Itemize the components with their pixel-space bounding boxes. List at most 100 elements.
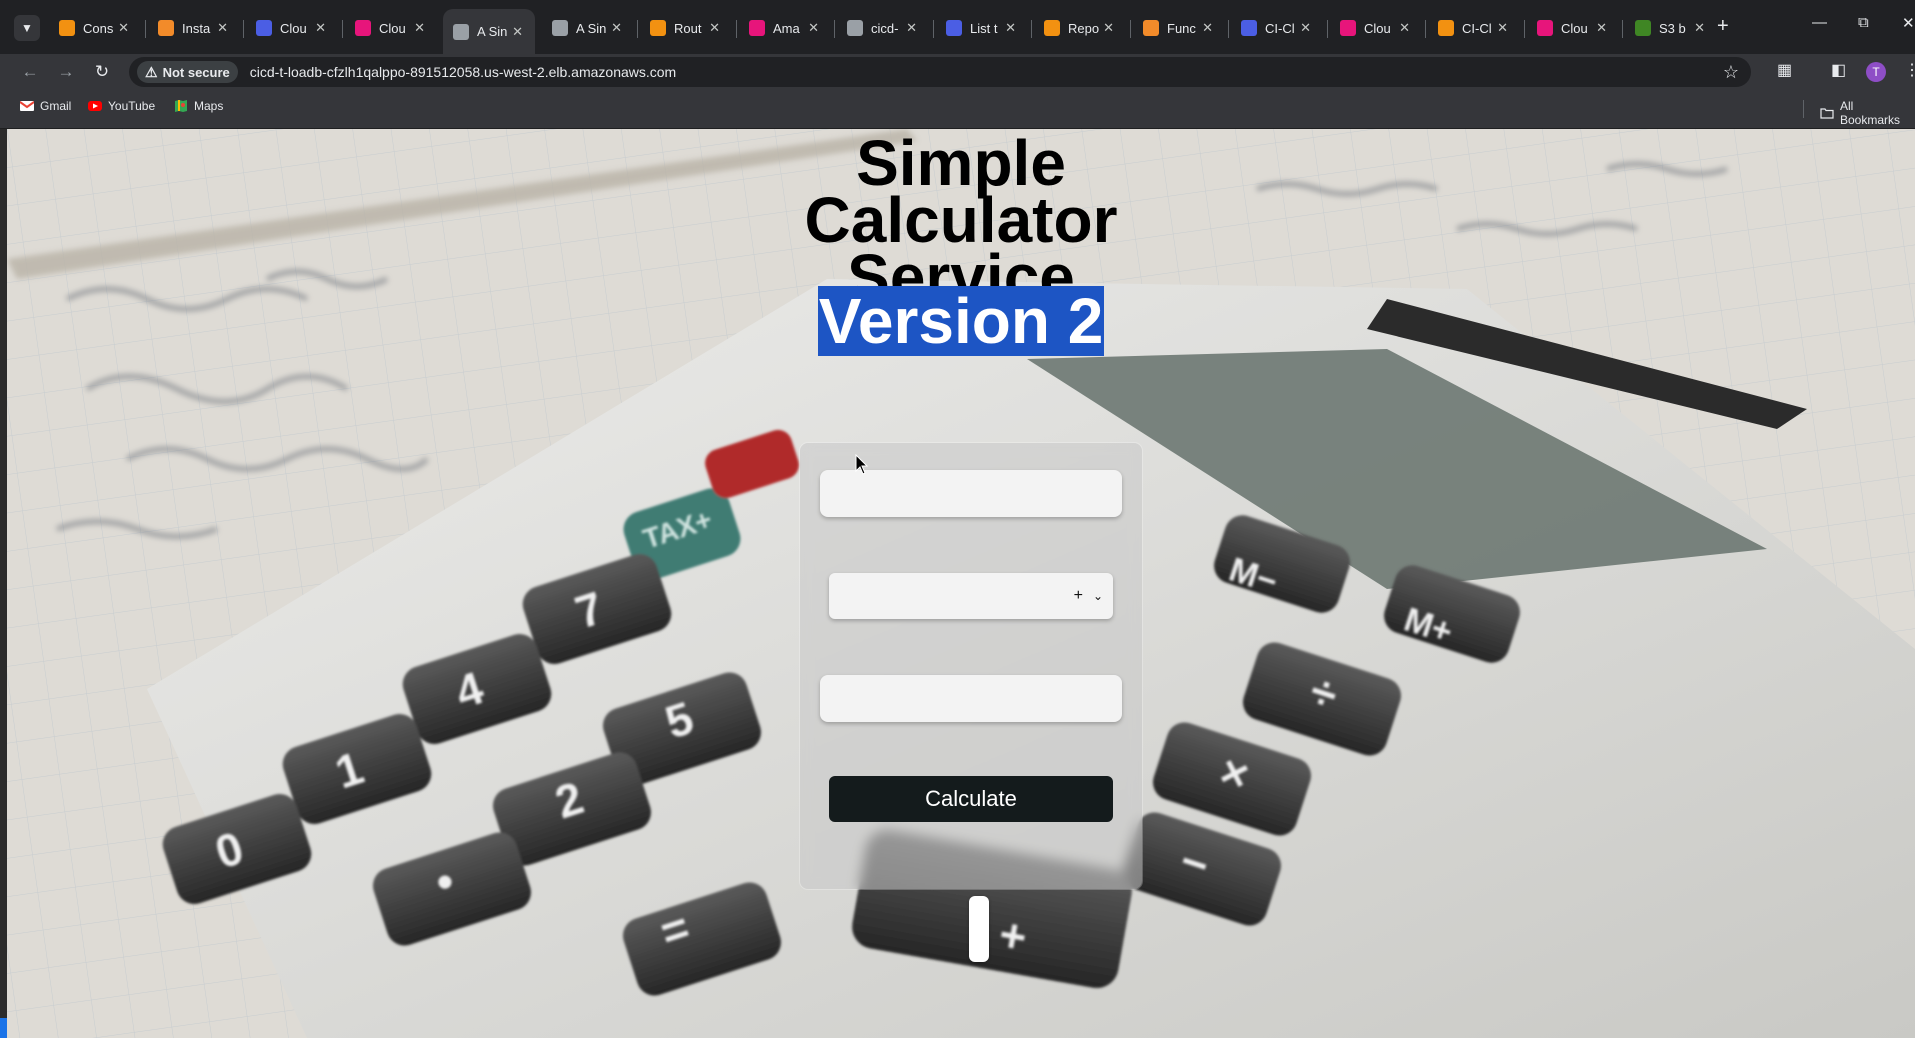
tab-close-icon[interactable]: ✕ (512, 24, 523, 40)
tab-close-icon[interactable]: ✕ (906, 20, 917, 36)
address-bar[interactable]: ⚠ Not secure cicd-t-loadb-cfzlh1qalppo-8… (129, 57, 1751, 87)
tab-close-icon[interactable]: ✕ (1694, 20, 1705, 36)
minimize-button[interactable]: — (1812, 14, 1827, 31)
extensions-button[interactable]: ▦ (1777, 60, 1792, 80)
bookmark-maps[interactable]: Maps (174, 99, 223, 113)
browser-tab[interactable]: Ama ✕ (739, 9, 831, 47)
bookmark-youtube[interactable]: YouTube (88, 99, 155, 113)
operator-select[interactable]: + ⌄ (829, 573, 1113, 619)
bookmark-label: Maps (194, 99, 224, 113)
tab-close-icon[interactable]: ✕ (1300, 20, 1311, 36)
forward-button[interactable]: → (54, 60, 78, 84)
bookmark-star-icon[interactable]: ☆ (1723, 62, 1739, 83)
security-chip[interactable]: ⚠ Not secure (137, 61, 238, 83)
tab-favicon-icon (847, 20, 863, 36)
calculate-button[interactable]: Calculate (829, 776, 1113, 822)
folder-icon (1820, 106, 1834, 120)
new-tab-button[interactable]: + (1717, 15, 1729, 38)
tab-title: S3 b (1659, 20, 1686, 36)
tab-strip: ▼ Cons ✕ Insta ✕ Clou ✕ Clou ✕ A Sin ✕ A Sin ✕ Rout ✕… (0, 0, 1915, 54)
browser-tab[interactable]: CI-Cl ✕ (1428, 9, 1520, 47)
tab-separator (1130, 20, 1131, 38)
reload-button[interactable]: ↻ (90, 60, 114, 84)
tab-title: CI-Cl (1462, 20, 1492, 36)
bookmark-label: Gmail (40, 99, 72, 113)
restore-button[interactable]: ⧉ (1858, 14, 1869, 31)
close-window-button[interactable]: ✕ (1902, 14, 1915, 32)
tab-favicon-icon (355, 20, 371, 36)
tab-close-icon[interactable]: ✕ (118, 20, 129, 36)
browser-toolbar: ← → ↻ ⚠ Not secure cicd-t-loadb-cfzlh1qa… (0, 54, 1915, 90)
tab-close-icon[interactable]: ✕ (1005, 20, 1016, 36)
browser-tab[interactable]: Func ✕ (1133, 9, 1225, 47)
tab-separator (1228, 20, 1229, 38)
tab-close-icon[interactable]: ✕ (315, 20, 326, 36)
tab-favicon-icon (453, 23, 469, 40)
calculator-form: + ⌄ Calculate (800, 443, 1142, 889)
tab-separator (736, 20, 737, 38)
tab-close-icon[interactable]: ✕ (414, 20, 425, 36)
browser-tab[interactable]: List t ✕ (936, 9, 1028, 47)
tab-title: cicd- (871, 20, 899, 36)
first-number-input[interactable] (820, 470, 1122, 517)
tab-separator (1327, 20, 1328, 38)
restore-icon: ⧉ (1858, 14, 1869, 31)
tab-close-icon[interactable]: ✕ (1596, 20, 1607, 36)
tab-close-icon[interactable]: ✕ (611, 20, 622, 36)
window-edge (0, 129, 7, 1038)
plus-icon: + (1717, 15, 1729, 37)
tab-favicon-icon (1438, 20, 1454, 36)
bookmarks-bar: Gmail YouTube Maps All Bookmarks (0, 90, 1915, 129)
tab-separator (243, 20, 244, 38)
version-label: Version 2 (817, 285, 1105, 357)
browser-tab[interactable]: Repo ✕ (1034, 9, 1126, 47)
tab-close-icon[interactable]: ✕ (1497, 20, 1508, 36)
profile-avatar[interactable]: T (1866, 62, 1886, 82)
tab-close-icon[interactable]: ✕ (709, 20, 720, 36)
browser-tab[interactable]: Cons ✕ (49, 9, 141, 47)
tab-close-icon[interactable]: ✕ (1399, 20, 1410, 36)
browser-tab[interactable]: S3 b ✕ (1625, 9, 1717, 47)
tab-close-icon[interactable]: ✕ (1202, 20, 1213, 36)
chevron-down-icon: ▼ (21, 21, 33, 35)
side-panel-button[interactable]: ◧ (1831, 60, 1846, 80)
tab-title: Clou (1364, 20, 1391, 36)
browser-tab[interactable]: Clou ✕ (246, 9, 338, 47)
browser-tab[interactable]: Rout ✕ (640, 9, 732, 47)
url-text[interactable]: cicd-t-loadb-cfzlh1qalppo-891512058.us-w… (250, 64, 676, 80)
tab-search-button[interactable]: ▼ (14, 15, 40, 41)
browser-tab[interactable]: Clou ✕ (1330, 9, 1422, 47)
browser-tab[interactable]: CI-Cl ✕ (1231, 9, 1323, 47)
second-number-input[interactable] (820, 675, 1122, 722)
result-display (969, 896, 989, 962)
close-icon: ✕ (1902, 15, 1915, 32)
browser-tab[interactable]: A Sin ✕ (443, 9, 535, 54)
tab-separator (933, 20, 934, 38)
browser-tab[interactable]: Insta ✕ (148, 9, 240, 47)
version-heading: Version 2 (7, 286, 1915, 356)
tab-title: Func (1167, 20, 1196, 36)
tab-favicon-icon (1044, 20, 1060, 36)
page-viewport: 7 4 1 0 5 2 • = ÷ × − + M− M+ TAX+ Simpl… (7, 129, 1915, 1038)
all-bookmarks-button[interactable]: All Bookmarks (1820, 99, 1915, 127)
tab-close-icon[interactable]: ✕ (808, 20, 819, 36)
browser-tab[interactable]: A Sin ✕ (542, 9, 634, 47)
tab-close-icon[interactable]: ✕ (1103, 20, 1114, 36)
tab-close-icon[interactable]: ✕ (217, 20, 228, 36)
operator-selected-value: + (1073, 587, 1083, 604)
youtube-icon (88, 99, 102, 113)
menu-button[interactable]: ⋮ (1904, 60, 1915, 80)
browser-tab[interactable]: Clou ✕ (345, 9, 437, 47)
arrow-right-icon: → (57, 62, 75, 81)
back-button[interactable]: ← (18, 60, 42, 84)
tab-favicon-icon (1635, 20, 1651, 36)
browser-tab[interactable]: Clou ✕ (1527, 9, 1619, 47)
tab-separator (834, 20, 835, 38)
maps-icon (174, 99, 188, 113)
tab-favicon-icon (946, 20, 962, 36)
browser-tab[interactable]: cicd- ✕ (837, 9, 929, 47)
tab-favicon-icon (1537, 20, 1553, 36)
window-edge-accent (0, 1018, 7, 1038)
bookmark-gmail[interactable]: Gmail (19, 99, 72, 113)
minimize-icon: — (1812, 14, 1827, 31)
